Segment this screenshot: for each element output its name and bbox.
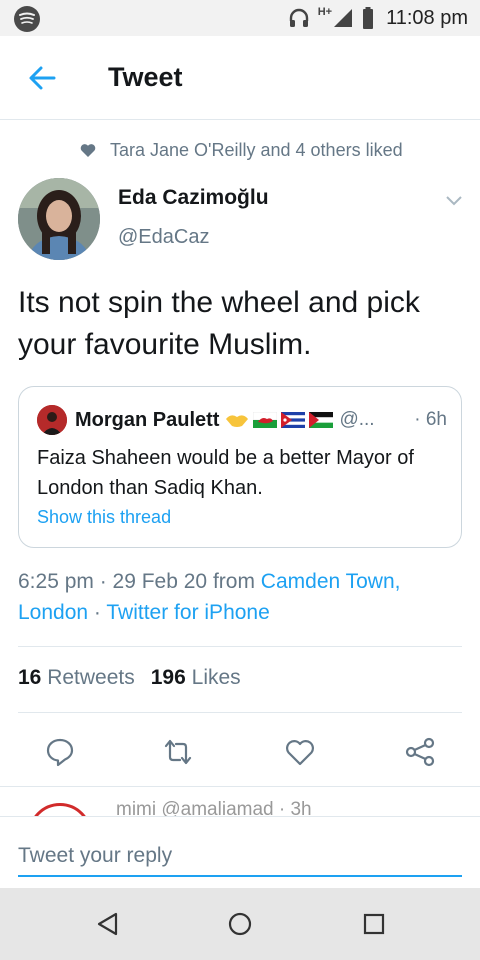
divider: [18, 712, 462, 713]
back-arrow-icon[interactable]: [26, 62, 58, 94]
nav-home-icon[interactable]: [226, 910, 254, 938]
retweet-icon[interactable]: [162, 736, 194, 768]
reply-input[interactable]: [18, 837, 462, 877]
heart-filled-icon: [80, 143, 96, 157]
next-tweet-header: mimi @amaliamad · 3h: [116, 799, 312, 816]
tweet-actions: [0, 730, 480, 774]
tweet-timestamp: 6:25 pm · 29 Feb 20 from: [18, 570, 261, 593]
tweet-text: Its not spin the wheel and pick your fav…: [18, 286, 420, 361]
quoted-author-name: Morgan Paulett: [75, 408, 220, 431]
author-name[interactable]: Eda Cazimoğlu: [118, 186, 269, 210]
retweets-label: Retweets: [47, 666, 135, 689]
reply-icon[interactable]: [44, 736, 76, 768]
next-tweet-avatar: [28, 803, 92, 816]
meta-separator: ·: [88, 601, 107, 624]
clock: 11:08 pm: [386, 6, 468, 29]
top-bar: Tweet: [0, 36, 480, 120]
quoted-tweet-text: Faiza Shaheen would be a better Mayor of…: [37, 447, 414, 499]
quoted-author-handle: @...: [339, 409, 375, 430]
network-type: H+: [317, 6, 333, 18]
like-icon[interactable]: [284, 736, 316, 768]
social-context[interactable]: Tara Jane O'Reilly and 4 others liked: [80, 138, 403, 162]
retweets-stat[interactable]: 16 Retweets: [18, 666, 135, 690]
divider: [18, 646, 462, 647]
author-handle[interactable]: @EdaCaz: [118, 226, 209, 249]
author-avatar[interactable]: [18, 178, 100, 260]
show-thread-link[interactable]: Show this thread: [37, 507, 171, 528]
location-link-part2[interactable]: London: [18, 601, 88, 624]
reply-bar: [0, 816, 480, 888]
tweet-metadata: 6:25 pm · 29 Feb 20 from Camden Town, Lon…: [18, 566, 462, 628]
battery-icon: [363, 7, 374, 29]
share-icon[interactable]: [404, 736, 436, 768]
location-link-part1[interactable]: Camden Town,: [261, 570, 401, 593]
status-bar: H+ 11:08 pm: [0, 0, 480, 36]
signal-icon: [334, 9, 353, 27]
handshake-emoji-icon: [226, 415, 249, 427]
page-title: Tweet: [108, 62, 183, 92]
chevron-down-icon[interactable]: [444, 194, 464, 208]
quoted-tweet[interactable]: Morgan Paulett @... · 6h Faiza Shaheen w…: [18, 386, 462, 548]
source-link[interactable]: Twitter for iPhone: [106, 601, 269, 624]
engagement-stats: 16 Retweets 196 Likes: [18, 666, 241, 690]
likes-stat[interactable]: 196 Likes: [151, 666, 241, 690]
nav-recents-icon[interactable]: [360, 910, 388, 938]
quoted-author-avatar: [37, 405, 67, 435]
name-emojis: [225, 411, 334, 429]
social-context-text: Tara Jane O'Reilly and 4 others liked: [110, 139, 403, 160]
wales-flag-icon: [253, 412, 278, 428]
retweets-count: 16: [18, 666, 42, 689]
nav-back-icon[interactable]: [94, 910, 122, 938]
spotify-icon: [14, 6, 40, 32]
cuba-flag-icon: [281, 412, 306, 428]
likes-count: 196: [150, 666, 186, 689]
palestine-flag-icon: [309, 412, 334, 428]
quoted-tweet-header: Morgan Paulett @...: [37, 405, 447, 435]
headphones-icon: [289, 8, 308, 27]
likes-label: Likes: [191, 666, 241, 689]
quoted-tweet-time: · 6h: [414, 409, 447, 430]
system-nav-bar: [0, 888, 480, 960]
next-tweet-preview[interactable]: mimi @amaliamad · 3h: [0, 786, 480, 816]
